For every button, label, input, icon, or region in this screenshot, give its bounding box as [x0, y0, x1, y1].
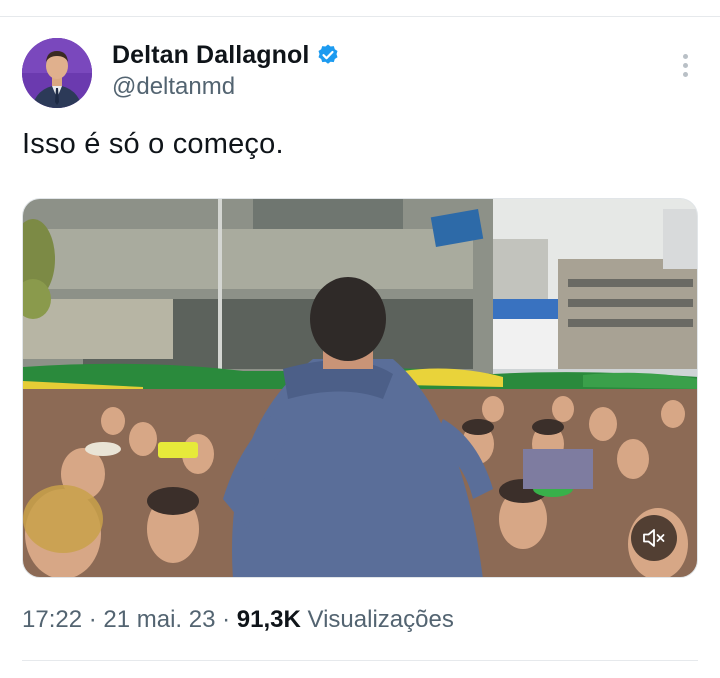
top-divider — [0, 16, 720, 17]
tweet-date[interactable]: 21 mai. 23 — [103, 606, 215, 633]
more-options-icon[interactable] — [676, 54, 694, 80]
bottom-divider — [22, 660, 698, 661]
author-avatar[interactable] — [22, 38, 92, 108]
tweet-video[interactable] — [22, 198, 698, 578]
author-name-row[interactable]: Deltan Dallagnol — [112, 38, 340, 72]
mute-toggle-button[interactable] — [631, 515, 677, 561]
author-handle[interactable]: @deltanmd — [112, 73, 235, 101]
tweet-meta: 17:22 · 21 mai. 23 · 91,3K Visualizações — [22, 606, 454, 634]
video-frame — [23, 199, 697, 577]
tweet-time[interactable]: 17:22 — [22, 606, 82, 633]
tweet-text: Isso é só o começo. — [22, 128, 284, 160]
views-count[interactable]: 91,3K — [237, 606, 301, 633]
author-display-name[interactable]: Deltan Dallagnol — [112, 41, 309, 70]
views-label[interactable]: Visualizações — [308, 606, 454, 633]
meta-separator: · — [82, 606, 104, 633]
meta-separator: · — [215, 606, 237, 633]
speaker-muted-icon — [643, 529, 665, 547]
verified-badge-icon — [316, 43, 340, 67]
